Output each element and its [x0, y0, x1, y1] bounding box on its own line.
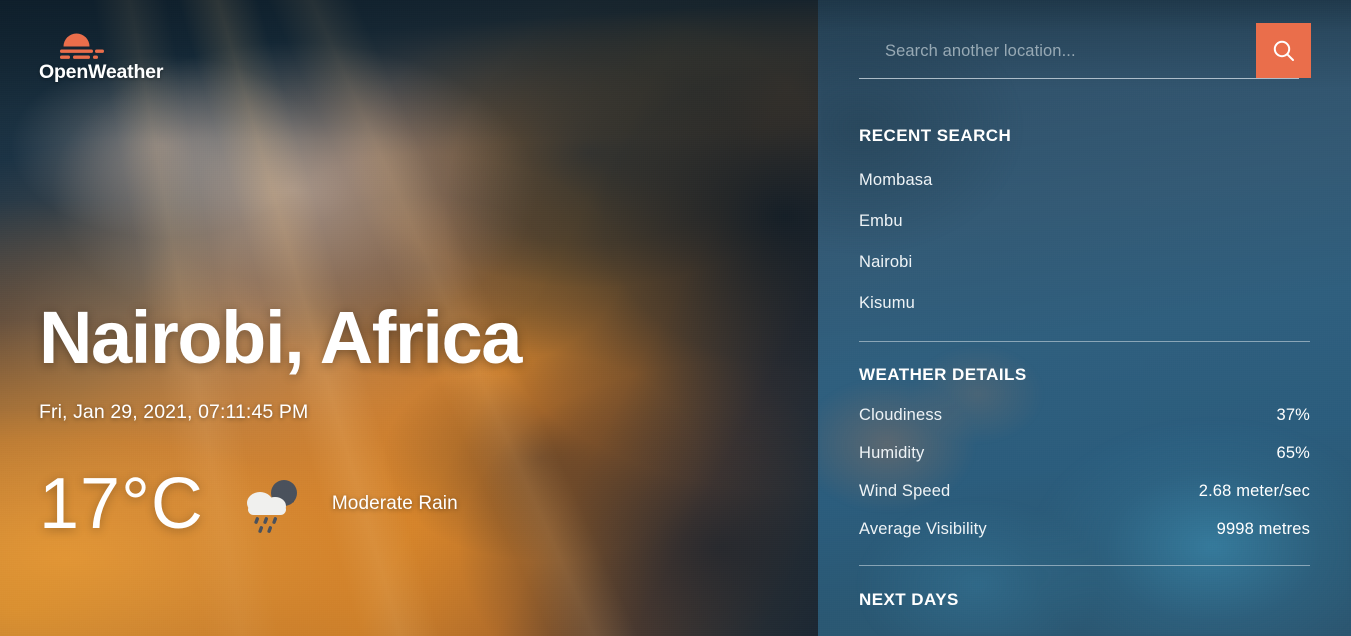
recent-search-list: Mombasa Embu Nairobi Kisumu	[859, 160, 1310, 324]
hero-content: Nairobi, Africa Fri, Jan 29, 2021, 07:11…	[39, 295, 522, 540]
detail-row-cloudiness: Cloudiness 37%	[859, 397, 1310, 435]
brand-name: OpenWeather	[39, 61, 164, 83]
weather-details-title: WEATHER DETAILS	[859, 365, 1027, 384]
divider-details	[859, 565, 1310, 566]
sidebar-panel: RECENT SEARCH Mombasa Embu Nairobi Kisum…	[818, 0, 1351, 636]
recent-search-title: RECENT SEARCH	[859, 126, 1012, 145]
detail-row-average-visibility: Average Visibility 9998 metres	[859, 511, 1310, 549]
detail-value: 9998 metres	[1216, 520, 1310, 538]
weather-app: OpenWeather Nairobi, Africa Fri, Jan 29,…	[0, 0, 1351, 636]
search-icon	[1273, 40, 1294, 61]
recent-item-embu[interactable]: Embu	[859, 201, 1310, 242]
search-input[interactable]	[859, 24, 1299, 79]
search-bar	[859, 23, 1311, 104]
recent-item-mombasa[interactable]: Mombasa	[859, 160, 1310, 201]
city-title: Nairobi, Africa	[39, 295, 522, 379]
detail-label: Wind Speed	[859, 482, 951, 500]
hero-panel: OpenWeather Nairobi, Africa Fri, Jan 29,…	[0, 0, 818, 636]
rain-cloud-icon	[246, 480, 297, 533]
current-temperature: 17°C	[39, 464, 204, 544]
detail-label: Cloudiness	[859, 406, 943, 424]
search-button[interactable]	[1256, 23, 1311, 78]
condition-label: Moderate Rain	[331, 493, 458, 514]
detail-row-humidity: Humidity 65%	[859, 435, 1310, 473]
next-days-title: NEXT DAYS	[859, 590, 959, 609]
divider-recent	[859, 341, 1310, 342]
recent-item-kisumu[interactable]: Kisumu	[859, 283, 1310, 324]
detail-label: Humidity	[859, 444, 925, 462]
openweather-logo[interactable]: OpenWeather	[39, 23, 189, 83]
detail-row-wind-speed: Wind Speed 2.68 meter/sec	[859, 473, 1310, 511]
detail-value: 2.68 meter/sec	[1198, 482, 1310, 500]
detail-label: Average Visibility	[859, 520, 987, 538]
detail-value: 65%	[1276, 444, 1310, 462]
detail-value: 37%	[1276, 406, 1310, 424]
sun-horizon-icon	[60, 33, 104, 59]
recent-item-nairobi[interactable]: Nairobi	[859, 242, 1310, 283]
current-datetime: Fri, Jan 29, 2021, 07:11:45 PM	[39, 401, 309, 423]
weather-details-list: Cloudiness 37% Humidity 65% Wind Speed 2…	[859, 397, 1310, 549]
current-conditions: 17°C Moderate Rain	[39, 468, 521, 540]
